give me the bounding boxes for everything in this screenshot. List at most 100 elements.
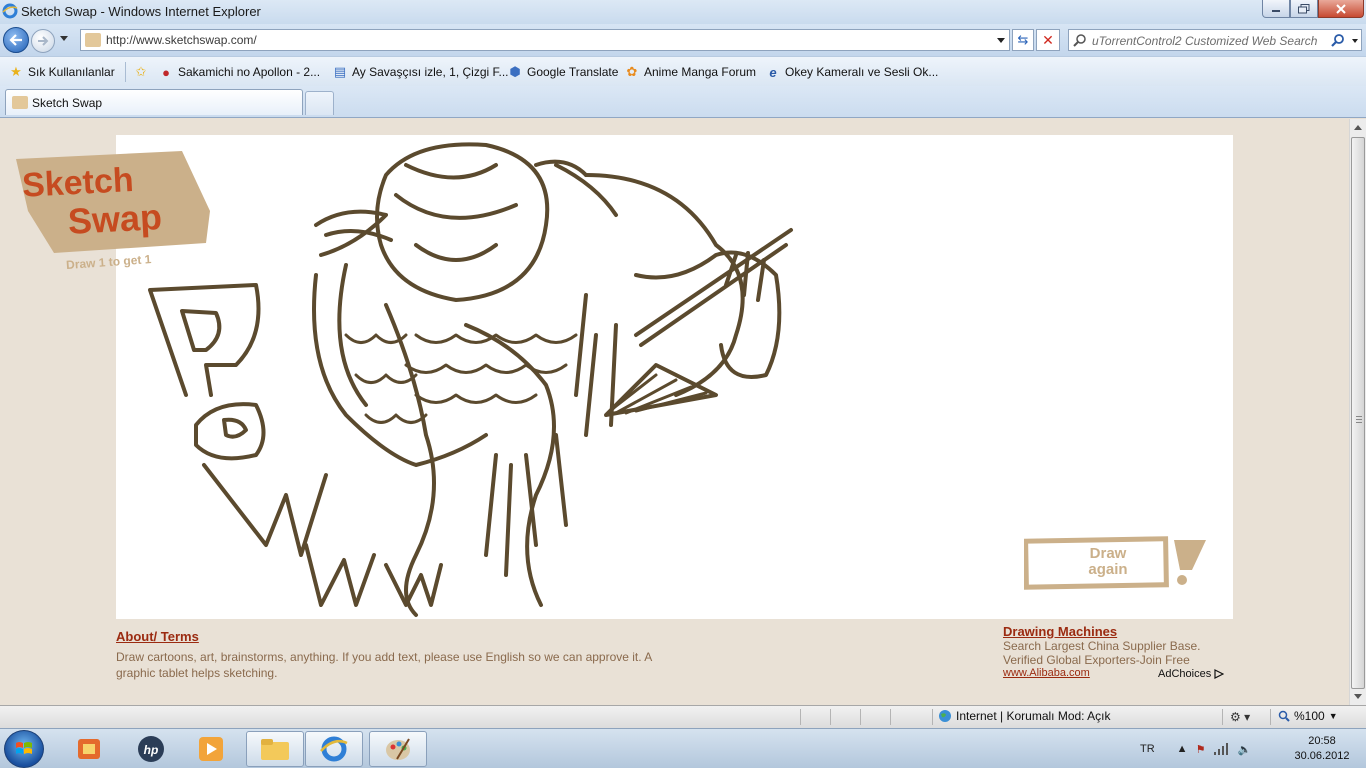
vertical-scrollbar[interactable] [1349,119,1366,705]
hp-icon: hp [138,736,164,762]
scroll-grip [1356,422,1362,423]
maximize-button[interactable] [1290,0,1318,18]
forward-button[interactable] [31,29,55,53]
sketch-swap-logo[interactable]: Sketch Swap Draw 1 to get 1 [14,151,214,272]
protection-icon: ⚙ ▾ [1230,710,1251,724]
clock-date: 30.06.2012 [1294,750,1350,762]
language-indicator[interactable]: TR [1140,743,1155,755]
title-bar: Sketch Swap - Windows Internet Explorer [0,0,1366,24]
network-signal-icon[interactable] [1213,742,1229,756]
search-icon[interactable] [1331,33,1345,47]
media-center-icon [78,739,100,759]
taskbar-app-media-player[interactable] [182,731,240,767]
status-separator [1222,709,1223,725]
security-zone[interactable]: Internet | Korumalı Mod: Açık [938,709,1111,723]
star-icon: ★ [10,64,22,79]
ie-app-icon [2,3,18,19]
action-center-icon[interactable]: ⚑ [1196,743,1206,756]
taskbar-app-hp[interactable]: hp [122,731,180,767]
recent-pages-dropdown[interactable] [60,36,68,41]
favorite-link-anime-manga-forum[interactable]: ✿ Anime Manga Forum [624,64,757,80]
stop-icon: ✕ [1042,31,1054,48]
zoom-icon [1278,710,1290,722]
taskbar-app-media[interactable] [60,731,118,767]
start-button[interactable] [4,730,44,768]
url-text[interactable]: http://www.sketchswap.com/ [106,33,257,47]
security-zone-label: Internet | Korumalı Mod: Açık [956,709,1111,723]
taskbar: hp TR ▲ ⚑ 🔈 20:58 30.06.2012 [0,728,1366,768]
favorite-link-label: Ay Savaşçısı izle, 1, Çizgi F... [352,65,509,79]
globe-icon [939,710,951,722]
protected-mode-toggle[interactable]: ⚙ ▾ [1230,710,1250,724]
draw-again-line1: Draw [1090,545,1127,562]
close-icon [1336,3,1346,14]
scroll-grip [1356,416,1362,417]
about-description: Draw cartoons, art, brainstorms, anythin… [116,650,652,680]
adchoices-label: AdChoices [1158,668,1212,680]
search-box[interactable]: uTorrentControl2 Customized Web Search [1068,29,1362,51]
address-dropdown-icon[interactable] [997,38,1005,43]
restore-icon [1298,3,1310,13]
window-title: Sketch Swap - Windows Internet Explorer [21,4,261,19]
draw-again-button[interactable]: Draw again [1023,536,1206,590]
address-bar[interactable]: http://www.sketchswap.com/ [80,29,1010,51]
forum-icon: ✿ [626,64,638,79]
new-tab-button[interactable] [305,91,334,115]
back-arrow-icon [9,34,22,46]
tab-sketch-swap[interactable]: Sketch Swap [5,89,303,115]
favorite-link-google-translate[interactable]: ⬢ Google Translate [507,64,618,80]
add-favorite-button[interactable]: ✩ [133,64,149,80]
favorite-link-label: Sakamichi no Apollon - 2... [178,65,321,79]
ad-title-link[interactable]: Drawing Machines [1003,624,1233,639]
adchoices-link[interactable]: AdChoices [1158,668,1225,680]
scroll-grip [1356,419,1362,420]
back-button[interactable] [3,27,29,53]
logo-swap-text: Swap [67,196,163,242]
show-hidden-icons-icon[interactable]: ▲ [1177,743,1188,755]
taskbar-app-internet-explorer[interactable] [305,731,363,767]
about-terms-link[interactable]: About/ Terms [116,629,199,644]
favorite-link-sakamichi[interactable]: ● Sakamichi no Apollon - 2... [158,64,320,80]
system-clock[interactable]: 20:58 30.06.2012 [1282,734,1362,764]
logo-tagline-text: Draw 1 to get 1 [66,252,152,271]
scroll-up-arrow-icon[interactable] [1354,125,1362,130]
system-tray: TR ▲ ⚑ 🔈 [1140,729,1251,768]
add-to-favorites-icon: ✩ [135,64,147,79]
favorite-link-label: Okey Kameralı ve Sesli Ok... [785,65,939,79]
ad-line-1: Search Largest China Supplier Base. [1003,639,1201,653]
translate-icon: ⬢ [509,64,521,79]
status-separator [1270,709,1271,725]
navigation-bar: http://www.sketchswap.com/ ⇆ ✕ uTorrentC… [0,24,1366,56]
page-icon: ▤ [333,64,347,79]
minimize-icon [1272,9,1280,12]
site-favicon-icon [85,33,101,47]
media-player-icon [199,737,223,761]
internet-explorer-icon [320,736,348,762]
zoom-control[interactable]: %100 ▼ [1278,709,1338,723]
favorites-button[interactable]: ★ Sık Kullanılanlar [8,64,115,80]
folder-icon [261,739,289,760]
close-button[interactable] [1318,0,1364,18]
favorite-link-okey[interactable]: e Okey Kameralı ve Sesli Ok... [765,64,938,80]
minimize-button[interactable] [1262,0,1290,18]
favorites-label: Sık Kullanılanlar [28,65,115,79]
status-separator [800,709,801,725]
search-input[interactable]: uTorrentControl2 Customized Web Search [1092,34,1317,48]
favorite-link-ay-savascisi[interactable]: ▤ Ay Savaşçısı izle, 1, Çizgi F... [332,64,509,80]
zoom-dropdown-icon: ▼ [1328,711,1338,721]
ie-icon: e [769,64,777,80]
zoom-level: %100 [1294,709,1325,723]
scroll-down-arrow-icon[interactable] [1354,694,1362,699]
paint-palette-icon [386,738,410,760]
refresh-button[interactable]: ⇆ [1012,29,1034,51]
search-dropdown-icon[interactable] [1352,39,1358,43]
scroll-thumb[interactable] [1351,137,1365,689]
stop-button[interactable]: ✕ [1036,29,1060,51]
volume-icon[interactable]: 🔈 [1237,743,1251,756]
site-favicon-icon [12,96,28,109]
taskbar-app-explorer[interactable] [246,731,304,767]
windows-logo-icon [16,742,32,754]
taskbar-app-paint[interactable] [369,731,427,767]
clock-time: 20:58 [1308,735,1336,747]
window-controls [1262,0,1364,20]
